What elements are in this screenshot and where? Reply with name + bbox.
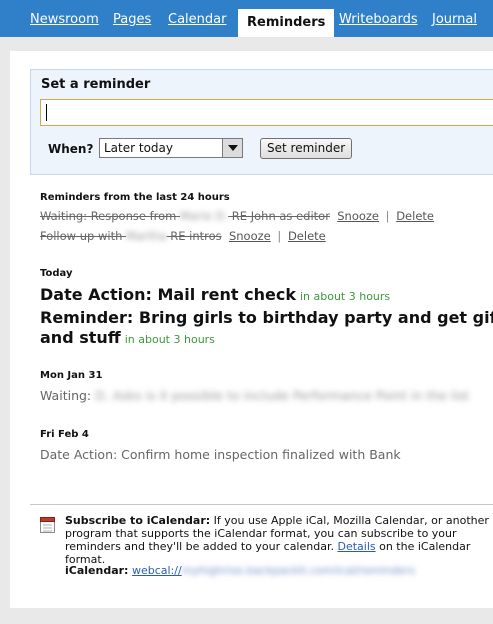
tab-reminders[interactable]: Reminders xyxy=(238,9,335,37)
text-caret xyxy=(46,104,47,121)
today-item-text: Date Action: Mail rent check xyxy=(40,285,296,304)
reminder-text-input[interactable] xyxy=(40,99,493,126)
mon-item: Waiting: D. Asks is it possible to inclu… xyxy=(40,388,469,403)
delete-link[interactable]: Delete xyxy=(288,229,326,243)
calendar-icon xyxy=(40,517,55,533)
dropdown-arrow-icon[interactable] xyxy=(222,139,242,157)
due-time: in about 3 hours xyxy=(124,333,215,346)
link-separator: | xyxy=(385,209,390,223)
page: Newsroom Pages Calendar Reminders Writeb… xyxy=(0,0,493,624)
today-heading: Today xyxy=(40,268,73,279)
mon-item-text: D. Asks is it possible to include Perfor… xyxy=(95,388,470,403)
when-select[interactable]: Later today xyxy=(99,138,243,158)
recent-heading: Reminders from the last 24 hours xyxy=(40,192,230,203)
recent-item: Follow up with Martha RE intros Snooze |… xyxy=(40,229,326,243)
details-link[interactable]: Details xyxy=(337,540,375,553)
tab-journal[interactable]: Journal xyxy=(432,12,477,27)
recent-item-text: Follow up with Martha RE intros xyxy=(40,229,222,243)
due-time: in about 3 hours xyxy=(299,290,391,303)
ical-description: Subscribe to iCalendar: If you use Apple… xyxy=(65,514,489,566)
fri-item: Date Action: Confirm home inspection fin… xyxy=(40,447,401,462)
webcal-link[interactable]: webcal://myhighrise.backpackit.com/ical/… xyxy=(132,564,415,577)
tab-pages[interactable]: Pages xyxy=(113,12,151,27)
content-panel: Set a reminder When? Later today Set rem… xyxy=(10,51,493,608)
today-item: Date Action: Mail rent check in about 3 h… xyxy=(40,285,493,307)
link-separator: | xyxy=(277,229,282,243)
when-label: When? xyxy=(48,142,94,156)
divider xyxy=(30,504,493,505)
ical-title: Subscribe to iCalendar: xyxy=(65,514,211,527)
mon-item-label: Waiting: xyxy=(40,388,92,403)
today-item: Reminder: Bring girls to birthday party … xyxy=(40,308,493,350)
snooze-link[interactable]: Snooze xyxy=(229,229,271,243)
set-reminder-box: Set a reminder When? Later today Set rem… xyxy=(30,69,493,175)
tab-newsroom[interactable]: Newsroom xyxy=(30,12,99,27)
snooze-link[interactable]: Snooze xyxy=(337,209,379,223)
ical-label: iCalendar: xyxy=(65,564,129,577)
today-item-text: Reminder: Bring girls to birthday party … xyxy=(40,308,493,347)
tab-writeboards[interactable]: Writeboards xyxy=(339,12,418,27)
delete-link[interactable]: Delete xyxy=(396,209,434,223)
set-reminder-title: Set a reminder xyxy=(41,77,151,92)
when-select-value: Later today xyxy=(104,141,173,155)
tab-calendar[interactable]: Calendar xyxy=(168,12,226,27)
fri-heading: Fri Feb 4 xyxy=(40,429,89,440)
recent-item-text: Waiting: Response from Marie D. RE John … xyxy=(40,209,330,223)
recent-item: Waiting: Response from Marie D. RE John … xyxy=(40,209,434,223)
mon-heading: Mon Jan 31 xyxy=(40,370,103,381)
ical-url-row: iCalendar: webcal://myhighrise.backpacki… xyxy=(65,564,415,577)
top-nav: Newsroom Pages Calendar Reminders Writeb… xyxy=(0,0,493,37)
set-reminder-button[interactable]: Set reminder xyxy=(260,138,353,159)
